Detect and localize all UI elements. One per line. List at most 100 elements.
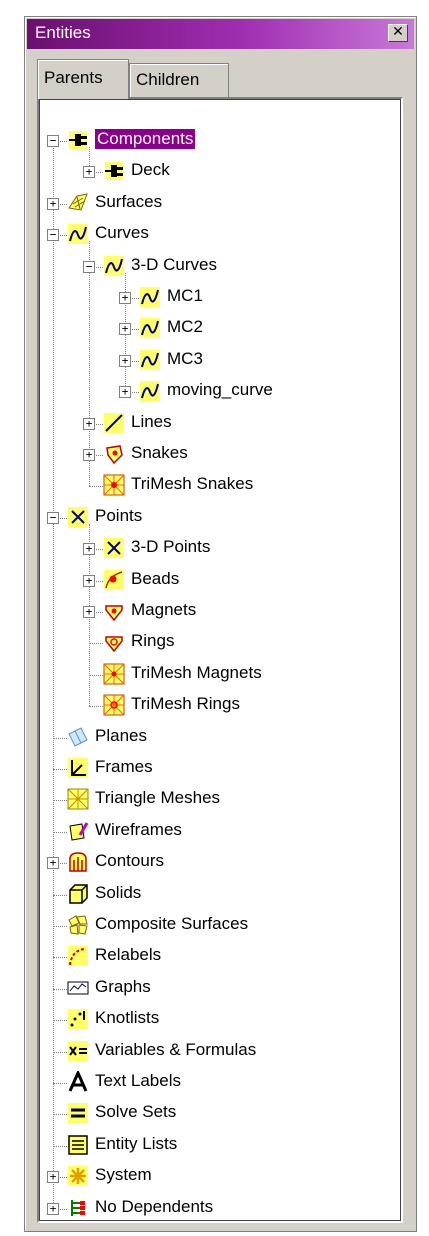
point-icon [104, 538, 124, 559]
wireframe-icon [69, 822, 89, 841]
expand-toggle[interactable]: + [83, 166, 95, 179]
tree-node[interactable]: + Magnets [39, 596, 399, 626]
tree-node[interactable]: Frames [39, 753, 399, 783]
tree-node[interactable]: Graphs [39, 973, 399, 1003]
expand-toggle[interactable]: + [83, 543, 95, 556]
tree-node[interactable]: + MC3 [39, 345, 399, 375]
tree-connector [53, 1020, 67, 1022]
tree-node[interactable]: + Deck [39, 156, 399, 186]
close-button[interactable]: ✕ [388, 24, 408, 42]
tree-node-label: MC3 [167, 348, 203, 368]
tree-node-label: moving_curve [167, 380, 273, 400]
tree-node[interactable]: + moving_curve [39, 376, 399, 406]
curve-icon [140, 349, 160, 370]
tree-node-label: TriMesh Magnets [131, 662, 262, 682]
tree-node[interactable]: Relabels [39, 941, 399, 971]
tree-node-label: 3-D Curves [131, 254, 217, 274]
tree-node[interactable]: + Contours [39, 847, 399, 877]
tree-node-label: Relabels [95, 945, 162, 965]
tree-node[interactable]: + Snakes [39, 439, 399, 469]
surface-icon [68, 193, 88, 211]
tree-node-label: Wireframes [95, 819, 182, 839]
collapse-toggle[interactable]: − [83, 260, 95, 273]
tab-children[interactable]: Children [129, 63, 229, 97]
tree-node-label: Entity Lists [95, 1133, 178, 1153]
tree-node[interactable]: + System [39, 1161, 399, 1191]
bead-icon [104, 569, 124, 590]
connector-icon [69, 131, 87, 149]
tree-node[interactable]: + No Dependents [39, 1193, 399, 1223]
expand-toggle[interactable]: + [47, 1171, 59, 1184]
tree-node[interactable]: + Beads [39, 565, 399, 595]
entity-tree[interactable]: − Components + Deck + Surfaces − Curves −3-D Cur… [37, 97, 403, 1223]
tree-node[interactable]: Knotlists [39, 1004, 399, 1034]
tree-node-label: Contours [95, 851, 164, 871]
tree-node[interactable]: Solids [39, 879, 399, 909]
tree-connector [89, 674, 103, 676]
tree-node-label: MC1 [167, 286, 203, 305]
tree-node-label: Composite Surfaces [95, 914, 249, 933]
tree-node-label: TriMesh Snakes [131, 474, 254, 494]
tree-connector [53, 957, 67, 959]
system-icon [68, 1166, 88, 1187]
curve-icon [104, 255, 124, 276]
tree-node[interactable]: +3-D Points [39, 533, 399, 563]
tree-node-label: Points [95, 505, 143, 525]
expand-toggle[interactable]: + [119, 354, 131, 367]
tree-connector [53, 1145, 67, 1147]
expand-toggle[interactable]: + [119, 323, 131, 336]
collapse-toggle[interactable]: − [47, 511, 59, 524]
tree-connector [53, 831, 67, 833]
curve-icon [140, 318, 160, 339]
expand-toggle[interactable]: + [83, 417, 95, 430]
title-bar[interactable]: Entities ✕ [27, 19, 414, 49]
tree-node[interactable]: Wireframes [39, 816, 399, 846]
tree-node-label: Snakes [131, 443, 188, 462]
tree-node[interactable]: + MC1 [39, 282, 399, 312]
tree-node[interactable]: TriMesh Snakes [39, 470, 399, 500]
tree-node-label: Text Labels [95, 1071, 181, 1090]
expand-toggle[interactable]: + [119, 386, 131, 399]
tree-node[interactable]: + Lines [39, 408, 399, 438]
tree-node[interactable]: Planes [39, 722, 399, 752]
tree-node[interactable]: Variables & Formulas [39, 1036, 399, 1066]
expand-toggle[interactable]: + [83, 449, 95, 461]
expand-toggle[interactable]: + [83, 574, 95, 587]
expand-toggle[interactable]: + [83, 606, 95, 618]
tree-node[interactable]: Composite Surfaces [39, 910, 399, 940]
ring-icon [105, 636, 123, 653]
tree-node-label: Solve Sets [95, 1102, 177, 1122]
expand-toggle[interactable]: + [119, 292, 131, 304]
tree-node[interactable]: + Surfaces [39, 188, 399, 218]
expand-toggle[interactable]: + [47, 1202, 59, 1215]
tree-node[interactable]: Triangle Meshes [39, 784, 399, 814]
plane-icon [68, 726, 88, 747]
expand-toggle[interactable]: + [47, 197, 59, 210]
entity-list-icon [68, 1135, 88, 1155]
tree-node-label: 3-D Points [131, 537, 211, 557]
tree-node[interactable]: − 3-D Curves [39, 251, 399, 281]
tree-connector [53, 737, 67, 739]
tree-node[interactable]: Text Labels [39, 1067, 399, 1097]
solid-icon [69, 883, 88, 904]
snake-icon [106, 445, 123, 465]
tree-connector [53, 1083, 67, 1084]
tree-node[interactable]: TriMesh Magnets [39, 659, 399, 689]
collapse-toggle[interactable]: − [47, 229, 59, 242]
tree-node[interactable]: Rings [39, 627, 399, 657]
tree-node[interactable]: − Curves [39, 219, 399, 249]
tree-connector [53, 800, 67, 802]
connector-icon [105, 162, 123, 181]
tree-node[interactable]: Entity Lists [39, 1130, 399, 1160]
tree-node[interactable]: + MC2 [39, 313, 399, 343]
expand-toggle[interactable]: + [47, 857, 59, 870]
no-dependents-icon [71, 1199, 85, 1216]
solve-set-icon [68, 1103, 88, 1124]
tab-parents[interactable]: Parents [37, 59, 129, 99]
tree-node[interactable]: − Points [39, 502, 399, 532]
tree-node[interactable]: − Components [39, 125, 399, 155]
collapse-toggle[interactable]: − [47, 135, 59, 147]
tree-node-label: Graphs [95, 976, 151, 996]
tree-node[interactable]: Solve Sets [39, 1098, 399, 1128]
tree-node[interactable]: TriMesh Rings [39, 690, 399, 720]
